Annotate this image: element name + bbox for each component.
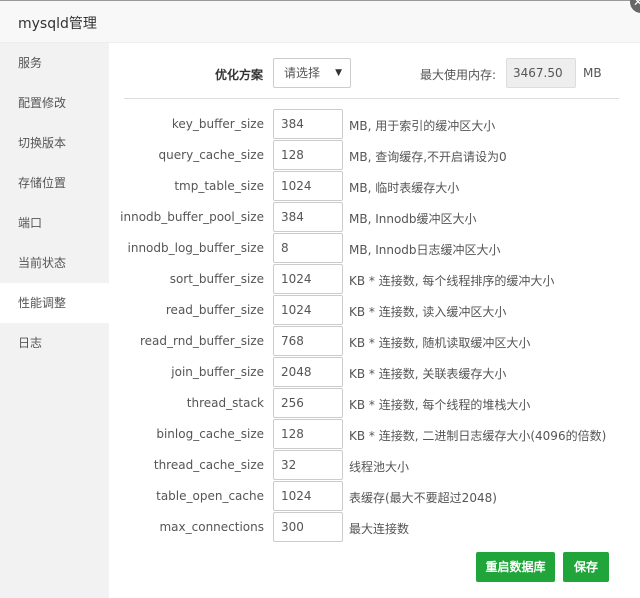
restart-database-button[interactable]: 重启数据库 bbox=[476, 552, 555, 582]
setting-input[interactable] bbox=[273, 202, 343, 232]
setting-description: MB, 临时表缓存大小 bbox=[349, 181, 460, 195]
setting-label: query_cache_size bbox=[158, 148, 264, 162]
setting-input[interactable] bbox=[273, 264, 343, 294]
sidebar-item[interactable]: 存储位置 bbox=[0, 163, 109, 203]
setting-description: KB * 连接数, 每个线程的堆栈大小 bbox=[349, 398, 531, 412]
setting-description: 表缓存(最大不要超过2048) bbox=[349, 491, 497, 505]
setting-input[interactable] bbox=[273, 512, 343, 542]
setting-label: max_connections bbox=[159, 520, 264, 534]
sidebar-item[interactable]: 日志 bbox=[0, 323, 109, 363]
setting-label: thread_stack bbox=[186, 396, 264, 410]
save-button[interactable]: 保存 bbox=[563, 552, 609, 582]
sidebar-item[interactable]: 端口 bbox=[0, 203, 109, 243]
setting-label: join_buffer_size bbox=[171, 365, 264, 379]
plan-select-value: 请选择 bbox=[284, 66, 321, 80]
setting-label: read_buffer_size bbox=[165, 303, 264, 317]
setting-input[interactable] bbox=[273, 450, 343, 480]
setting-description: KB * 连接数, 随机读取缓冲区大小 bbox=[349, 336, 531, 350]
setting-input[interactable] bbox=[273, 419, 343, 449]
setting-label: binlog_cache_size bbox=[156, 427, 264, 441]
setting-description: KB * 连接数, 二进制日志缓存大小(4096的倍数) bbox=[349, 429, 607, 443]
max-memory-field: 3467.50 bbox=[506, 58, 576, 88]
setting-row: binlog_cache_size KB * 连接数, 二进制日志缓存大小(40… bbox=[109, 419, 640, 449]
setting-description: 线程池大小 bbox=[349, 460, 410, 474]
setting-input[interactable] bbox=[273, 326, 343, 356]
setting-input[interactable] bbox=[273, 295, 343, 325]
setting-description: MB, 用于索引的缓冲区大小 bbox=[349, 119, 496, 133]
setting-description: 最大连接数 bbox=[349, 522, 410, 536]
sidebar-item[interactable]: 性能调整 bbox=[0, 283, 109, 323]
setting-row: innodb_log_buffer_size MB, Innodb日志缓冲区大小 bbox=[109, 233, 640, 263]
setting-row: read_buffer_size KB * 连接数, 读入缓冲区大小 bbox=[109, 295, 640, 325]
chevron-down-icon: ▼ bbox=[335, 68, 342, 78]
setting-row: join_buffer_size KB * 连接数, 关联表缓存大小 bbox=[109, 357, 640, 387]
setting-label: read_rnd_buffer_size bbox=[139, 334, 264, 348]
sidebar: 服务 配置修改 切换版本 存储位置 端口 当前状态 性能调整 日志 bbox=[0, 43, 109, 598]
setting-input[interactable] bbox=[273, 388, 343, 418]
setting-description: KB * 连接数, 关联表缓存大小 bbox=[349, 367, 507, 381]
setting-label: sort_buffer_size bbox=[169, 272, 264, 286]
close-icon[interactable]: ✕ bbox=[630, 0, 640, 13]
setting-description: KB * 连接数, 读入缓冲区大小 bbox=[349, 305, 507, 319]
sidebar-item[interactable]: 服务 bbox=[0, 43, 109, 83]
sidebar-item[interactable]: 切换版本 bbox=[0, 123, 109, 163]
setting-row: sort_buffer_size KB * 连接数, 每个线程排序的缓冲大小 bbox=[109, 264, 640, 294]
plan-select[interactable]: 请选择 ▼ bbox=[273, 58, 351, 88]
sidebar-item[interactable]: 当前状态 bbox=[0, 243, 109, 283]
setting-input[interactable] bbox=[273, 233, 343, 263]
setting-input[interactable] bbox=[273, 109, 343, 139]
setting-description: MB, 查询缓存,不开启请设为0 bbox=[349, 150, 507, 164]
setting-description: MB, Innodb日志缓冲区大小 bbox=[349, 243, 501, 257]
divider bbox=[124, 98, 619, 99]
setting-input[interactable] bbox=[273, 481, 343, 511]
setting-description: KB * 连接数, 每个线程排序的缓冲大小 bbox=[349, 274, 555, 288]
setting-label: tmp_table_size bbox=[174, 179, 264, 193]
setting-input[interactable] bbox=[273, 357, 343, 387]
setting-label: key_buffer_size bbox=[171, 117, 264, 131]
setting-row: table_open_cache 表缓存(最大不要超过2048) bbox=[109, 481, 640, 511]
setting-row: thread_cache_size 线程池大小 bbox=[109, 450, 640, 480]
max-memory-label: 最大使用内存: bbox=[420, 68, 497, 82]
setting-row: max_connections 最大连接数 bbox=[109, 512, 640, 542]
setting-row: query_cache_size MB, 查询缓存,不开启请设为0 bbox=[109, 140, 640, 170]
setting-row: read_rnd_buffer_size KB * 连接数, 随机读取缓冲区大小 bbox=[109, 326, 640, 356]
max-memory-unit: MB bbox=[583, 66, 602, 80]
setting-row: key_buffer_size MB, 用于索引的缓冲区大小 bbox=[109, 109, 640, 139]
setting-input[interactable] bbox=[273, 171, 343, 201]
window-title: mysqld管理 bbox=[18, 16, 97, 32]
setting-label: thread_cache_size bbox=[153, 458, 264, 472]
setting-description: MB, Innodb缓冲区大小 bbox=[349, 212, 477, 226]
setting-row: thread_stack KB * 连接数, 每个线程的堆栈大小 bbox=[109, 388, 640, 418]
setting-row: innodb_buffer_pool_size MB, Innodb缓冲区大小 bbox=[109, 202, 640, 232]
sidebar-item[interactable]: 配置修改 bbox=[0, 83, 109, 123]
setting-row: tmp_table_size MB, 临时表缓存大小 bbox=[109, 171, 640, 201]
setting-input[interactable] bbox=[273, 140, 343, 170]
setting-label: table_open_cache bbox=[156, 489, 264, 503]
window-header: mysqld管理 ✕ bbox=[0, 0, 640, 43]
setting-label: innodb_log_buffer_size bbox=[127, 241, 265, 255]
performance-panel: 优化方案 请选择 ▼ 最大使用内存: 3467.50 MB 重启数据库 保存 ke… bbox=[109, 43, 640, 598]
plan-label: 优化方案 bbox=[215, 68, 264, 82]
setting-label: innodb_buffer_pool_size bbox=[120, 210, 264, 224]
